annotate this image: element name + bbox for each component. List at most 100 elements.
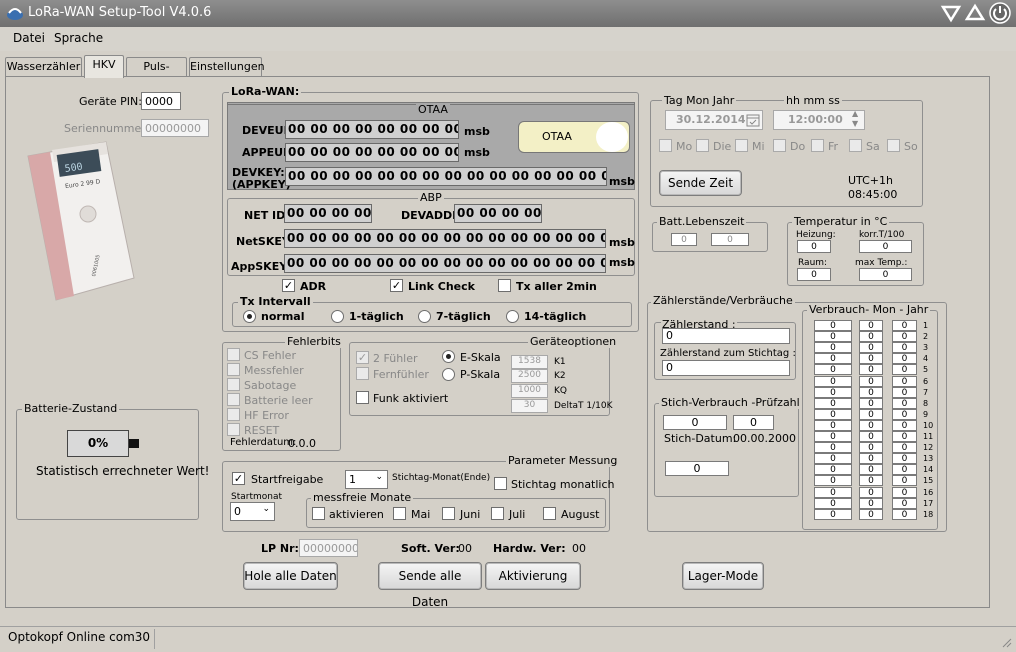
adr-checkbox[interactable]: ✓: [282, 279, 295, 292]
aktivierung-button[interactable]: Aktivierung: [485, 562, 581, 590]
startmonat-select[interactable]: 0 ⌄: [230, 502, 275, 521]
mon-cell[interactable]: 0: [859, 364, 883, 376]
fehler-cs-checkbox[interactable]: [227, 348, 240, 361]
mon-cell[interactable]: 0: [859, 419, 883, 431]
lager-mode-button[interactable]: Lager-Mode: [682, 562, 764, 590]
mon-cell[interactable]: 0: [859, 442, 883, 454]
sende-daten-button[interactable]: Sende alle Daten: [378, 562, 482, 609]
tx-14taeglich-radio[interactable]: [506, 310, 519, 323]
day-so-checkbox[interactable]: [887, 139, 900, 152]
mon-cell[interactable]: 0: [859, 331, 883, 343]
fehler-sabotage-checkbox[interactable]: [227, 378, 240, 391]
verbrauch-cell[interactable]: 0: [814, 408, 852, 420]
day-mo-checkbox[interactable]: [659, 139, 672, 152]
verbrauch-cell[interactable]: 0: [814, 353, 852, 365]
netid-field[interactable]: 00 00 00 00: [284, 204, 372, 223]
mon-cell[interactable]: 0: [859, 397, 883, 409]
messfrei-juni-checkbox[interactable]: [442, 507, 455, 520]
verbrauch-cell[interactable]: 0: [814, 331, 852, 343]
heizung-value[interactable]: 0: [797, 240, 831, 253]
fehler-hf-checkbox[interactable]: [227, 408, 240, 421]
tx2min-checkbox[interactable]: [498, 279, 511, 292]
jahr-cell[interactable]: 0: [892, 431, 917, 442]
tab-einstellungen[interactable]: Einstellungen: [189, 57, 265, 77]
deveui-field[interactable]: 00 00 00 00 00 00 00 00: [285, 120, 459, 139]
day-sa-checkbox[interactable]: [849, 139, 862, 152]
jahr-cell[interactable]: 0: [892, 342, 917, 354]
verbrauch-cell[interactable]: 0: [814, 397, 852, 409]
k1-input[interactable]: 1538: [511, 355, 548, 369]
pin-input[interactable]: 0000: [141, 92, 181, 110]
k2-input[interactable]: 2500: [511, 369, 548, 383]
messfrei-mai-checkbox[interactable]: [393, 507, 406, 520]
resize-grip-icon[interactable]: [1000, 636, 1012, 648]
eskala-radio[interactable]: [442, 350, 455, 363]
verbrauch-cell[interactable]: 0: [814, 342, 852, 354]
menu-sprache[interactable]: Sprache: [54, 31, 103, 45]
mon-cell[interactable]: 0: [859, 342, 883, 354]
jahr-cell[interactable]: 0: [892, 508, 917, 520]
jahr-cell[interactable]: 0: [892, 331, 917, 343]
verbrauch-cell[interactable]: 0: [814, 497, 852, 509]
devkey-field[interactable]: 00 00 00 00 00 00 00 00 00 00 00 00 00 0…: [285, 167, 607, 186]
tx-7taeglich-radio[interactable]: [418, 310, 431, 323]
spin-up-icon[interactable]: ▲: [852, 109, 858, 118]
mon-cell[interactable]: 0: [859, 320, 883, 331]
spin-down-icon[interactable]: ▼: [852, 119, 858, 128]
zwei-fuehler-checkbox[interactable]: ✓: [356, 351, 369, 364]
verbrauch-cell[interactable]: 0: [814, 419, 852, 431]
mon-cell[interactable]: 0: [859, 475, 883, 487]
netskey-field[interactable]: 00 00 00 00 00 00 00 00 00 00 00 00 00 0…: [284, 229, 606, 248]
tab-puls-modul[interactable]: Puls-Modul: [126, 57, 187, 91]
mon-cell[interactable]: 0: [859, 408, 883, 420]
tx-normal-radio[interactable]: [243, 310, 256, 323]
stich-verbrauch-input[interactable]: 0: [663, 415, 727, 430]
raum-value[interactable]: 0: [797, 268, 831, 281]
mon-cell[interactable]: 0: [859, 386, 883, 398]
zaehlerstand-stichtag-input[interactable]: 0: [662, 360, 790, 376]
jahr-cell[interactable]: 0: [892, 364, 917, 376]
mon-cell[interactable]: 0: [859, 375, 883, 387]
devaddr-field[interactable]: 00 00 00 00: [454, 204, 542, 223]
fehler-mess-checkbox[interactable]: [227, 363, 240, 376]
jahr-cell[interactable]: 0: [892, 497, 917, 509]
funk-checkbox[interactable]: [356, 391, 369, 404]
power-close-icon[interactable]: [989, 2, 1011, 24]
pskala-radio[interactable]: [442, 368, 455, 381]
appeui-field[interactable]: 00 00 00 00 00 00 00 00: [285, 143, 459, 162]
verbrauch-cell[interactable]: 0: [814, 442, 852, 454]
messfrei-august-checkbox[interactable]: [543, 507, 556, 520]
korr-value[interactable]: 0: [859, 240, 912, 253]
verbrauch-cell[interactable]: 0: [814, 508, 852, 520]
pruefzahl-input[interactable]: 0: [733, 415, 774, 430]
jahr-cell[interactable]: 0: [892, 486, 917, 498]
day-die-checkbox[interactable]: [696, 139, 709, 152]
tab-hkv[interactable]: HKV: [84, 55, 124, 78]
linkcheck-checkbox[interactable]: ✓: [390, 279, 403, 292]
fehler-batterie-checkbox[interactable]: [227, 393, 240, 406]
startfreigabe-checkbox[interactable]: ✓: [232, 472, 245, 485]
serial-input[interactable]: 00000000: [141, 119, 209, 137]
stich-extra-input[interactable]: 0: [665, 461, 729, 476]
hole-daten-button[interactable]: Hole alle Daten: [243, 562, 338, 590]
batt-value-2[interactable]: 0: [711, 233, 749, 246]
calendar-icon[interactable]: [746, 113, 760, 127]
sende-zeit-button[interactable]: Sende Zeit: [659, 170, 742, 196]
day-do-checkbox[interactable]: [773, 139, 786, 152]
mon-cell[interactable]: 0: [859, 453, 883, 465]
messfrei-aktivieren-checkbox[interactable]: [312, 507, 325, 520]
jahr-cell[interactable]: 0: [892, 320, 917, 331]
mon-cell[interactable]: 0: [859, 508, 883, 520]
tab-wasserzaehler[interactable]: Wasserzähler: [5, 57, 82, 77]
batt-value-1[interactable]: 0: [671, 233, 697, 246]
stichtag-monatlich-checkbox[interactable]: [494, 477, 507, 490]
jahr-cell[interactable]: 0: [892, 419, 917, 431]
verbrauch-cell[interactable]: 0: [814, 486, 852, 498]
zaehlerstand-input[interactable]: 0: [662, 328, 790, 344]
day-fr-checkbox[interactable]: [811, 139, 824, 152]
verbrauch-cell[interactable]: 0: [814, 453, 852, 465]
minimize-icon[interactable]: [940, 2, 962, 24]
deltat-input[interactable]: 30: [511, 399, 548, 413]
jahr-cell[interactable]: 0: [892, 375, 917, 387]
mon-cell[interactable]: 0: [859, 497, 883, 509]
